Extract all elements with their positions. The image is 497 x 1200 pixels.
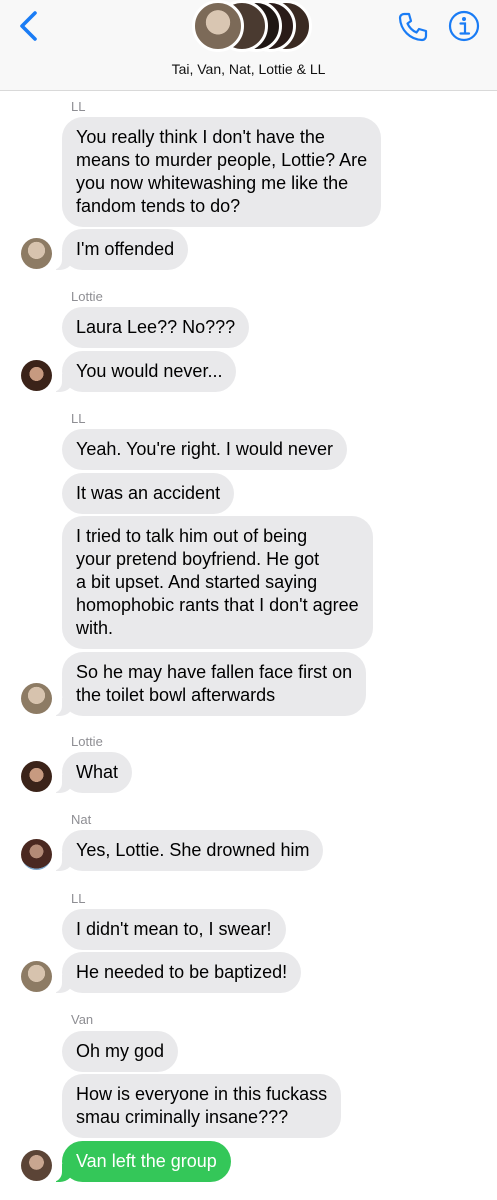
message-line: the toilet bowl afterwards — [76, 685, 276, 705]
message-bubble[interactable]: I tried to talk him out of being your pr… — [62, 516, 373, 649]
message-line: You really think I don't have the — [76, 127, 325, 147]
message-line: Laura Lee?? No??? — [76, 317, 236, 337]
avatar[interactable] — [21, 1150, 52, 1181]
message-line: your pretend boyfriend. He got — [76, 549, 320, 569]
message-line: homophobic rants that I don't agree — [76, 595, 359, 615]
message-bubble[interactable]: Laura Lee?? No??? — [62, 307, 250, 348]
avatar[interactable] — [21, 238, 52, 269]
phone-icon[interactable] — [396, 10, 430, 44]
sender-name: LL — [71, 411, 86, 426]
message-line: Yes, Lottie. She drowned him — [76, 840, 310, 860]
avatar[interactable] — [21, 761, 52, 792]
message-line: How is everyone in this fuckass — [76, 1084, 328, 1104]
avatar[interactable] — [21, 360, 52, 391]
message-line: I tried to talk him out of being — [76, 526, 308, 546]
message-bubble[interactable]: I'm offended — [51, 229, 189, 270]
avatar — [192, 0, 244, 52]
message-bubble[interactable]: You would never... — [51, 351, 237, 392]
message-line: You would never... — [76, 361, 223, 381]
group-name[interactable]: Tai, Van, Nat, Lottie & LL — [0, 61, 497, 77]
message-bubble[interactable]: I didn't mean to, I swear! — [62, 909, 286, 950]
message-bubble[interactable]: So he may have fallen face first on the … — [51, 652, 367, 716]
sender-name: LL — [71, 891, 86, 906]
avatar[interactable] — [21, 683, 52, 714]
message-thread[interactable]: LL You really think I don't have the mea… — [0, 91, 497, 1200]
message-bubble[interactable]: He needed to be baptized! — [51, 952, 302, 993]
message-line: Oh my god — [76, 1041, 165, 1061]
avatar[interactable] — [21, 839, 52, 870]
message-line: He needed to be baptized! — [76, 962, 288, 982]
message-line: a bit upset. And started saying — [76, 572, 318, 592]
message-bubble[interactable]: What — [51, 752, 133, 793]
message-line: means to murder people, Lottie? Are — [76, 150, 368, 170]
message-bubble[interactable]: You really think I don't have the means … — [62, 117, 382, 227]
message-line: What — [76, 762, 119, 782]
sender-name: Lottie — [71, 289, 103, 304]
message-line: Van left the group — [76, 1151, 217, 1171]
sender-name: Van — [71, 1012, 94, 1027]
group-avatar-stack[interactable] — [192, 0, 312, 52]
message-line: you now whitewashing me like the — [76, 173, 349, 193]
message-bubble[interactable]: Yes, Lottie. She drowned him — [51, 830, 324, 871]
message-line: smau criminally insane??? — [76, 1107, 289, 1127]
avatar[interactable] — [21, 961, 52, 992]
conversation-header: Tai, Van, Nat, Lottie & LL — [0, 0, 497, 91]
message-line: with. — [76, 618, 114, 638]
message-line: fandom tends to do? — [76, 196, 241, 216]
message-bubble[interactable]: Oh my god — [62, 1031, 179, 1072]
sender-name: Nat — [71, 812, 92, 827]
sender-name: Lottie — [71, 734, 103, 749]
message-line: So he may have fallen face first on — [76, 662, 353, 682]
message-line: I'm offended — [76, 239, 175, 259]
message-bubble[interactable]: Yeah. You're right. I would never — [62, 429, 347, 470]
message-line: It was an accident — [76, 483, 221, 503]
message-bubble[interactable]: Van left the group — [52, 1141, 231, 1182]
message-bubble[interactable]: How is everyone in this fuckass smau cri… — [62, 1074, 342, 1138]
message-bubble[interactable]: It was an accident — [62, 473, 235, 514]
message-line: I didn't mean to, I swear! — [76, 919, 272, 939]
message-line: Yeah. You're right. I would never — [76, 439, 333, 459]
sender-name: LL — [71, 99, 86, 114]
chevron-left-icon[interactable] — [14, 10, 44, 42]
info-icon[interactable] — [448, 10, 480, 42]
